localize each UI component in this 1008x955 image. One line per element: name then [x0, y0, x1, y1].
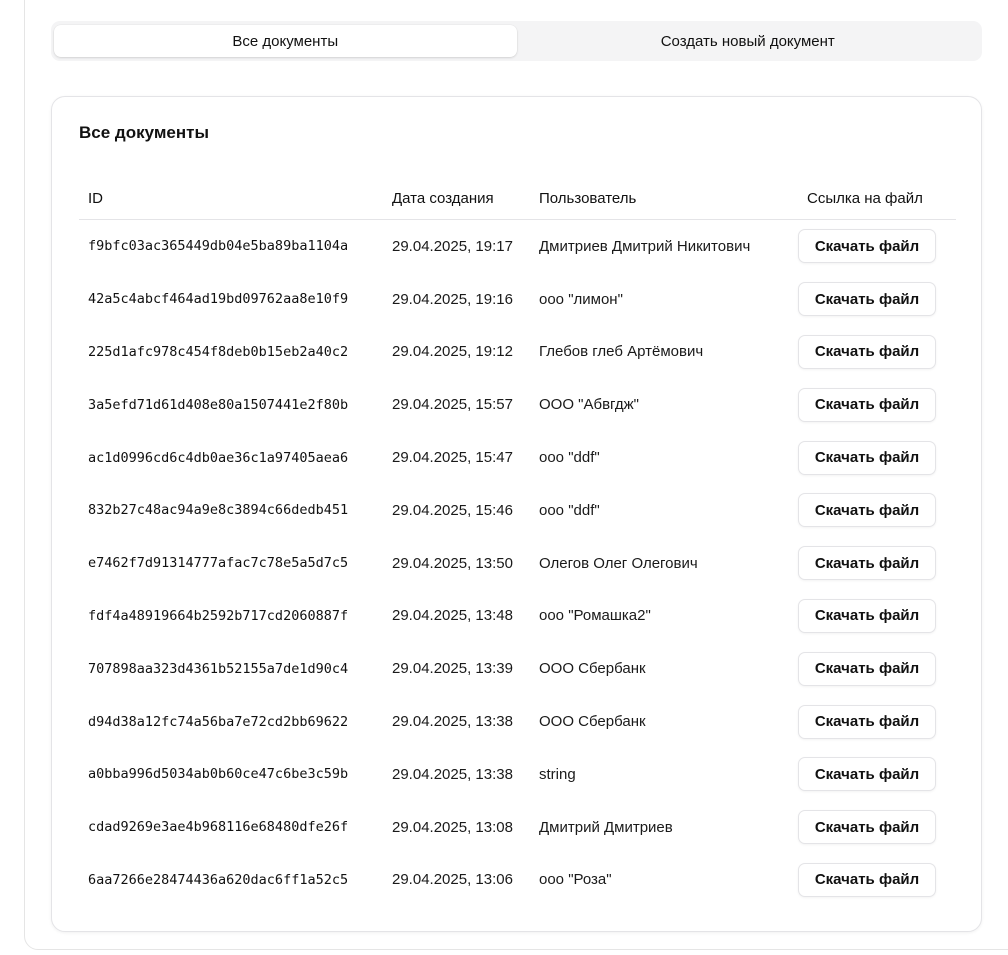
row-link-cell: Скачать файл — [798, 546, 956, 581]
table-header: ID Дата создания Пользователь Ссылка на … — [79, 177, 956, 220]
documents-card: Все документы ID Дата создания Пользоват… — [51, 96, 982, 932]
row-date: 29.04.2025, 13:48 — [392, 607, 513, 625]
header-link: Ссылка на файл — [807, 189, 923, 207]
download-file-button[interactable]: Скачать файл — [798, 862, 936, 897]
table-row: e7462f7d91314777afac7c78e5a5d7c5 29.04.20… — [79, 537, 956, 590]
table-body: f9bfc03ac365449db04e5ba89ba1104a 29.04.20… — [79, 220, 956, 906]
tab-all-documents[interactable]: Все документы — [54, 25, 517, 57]
download-file-button[interactable]: Скачать файл — [798, 546, 936, 581]
table-row: 6aa7266e28474436a620dac6ff1a52c5 29.04.20… — [79, 854, 956, 907]
download-file-button[interactable]: Скачать файл — [798, 493, 936, 528]
row-link-cell: Скачать файл — [798, 440, 956, 475]
row-date: 29.04.2025, 13:08 — [392, 818, 513, 836]
row-id: 707898aa323d4361b52155a7de1d90c4 — [88, 660, 349, 677]
row-id: 6aa7266e28474436a620dac6ff1a52c5 — [88, 871, 349, 888]
row-date: 29.04.2025, 13:38 — [392, 765, 513, 783]
download-file-button[interactable]: Скачать файл — [798, 757, 936, 792]
table-row: ac1d0996cd6c4db0ae36c1a97405aea6 29.04.20… — [79, 431, 956, 484]
row-id: f9bfc03ac365449db04e5ba89ba1104a — [88, 238, 349, 255]
table-row: fdf4a48919664b2592b717cd2060887f 29.04.20… — [79, 590, 956, 643]
row-user: ООО Сбербанк — [539, 713, 646, 731]
row-date: 29.04.2025, 19:16 — [392, 290, 513, 308]
row-date: 29.04.2025, 15:47 — [392, 449, 513, 467]
row-user: ооо "ddf" — [539, 449, 600, 467]
row-id: ac1d0996cd6c4db0ae36c1a97405aea6 — [88, 449, 349, 466]
row-id: a0bba996d5034ab0b60ce47c6be3c59b — [88, 766, 349, 783]
table-row: 225d1afc978c454f8deb0b15eb2a40c2 29.04.20… — [79, 326, 956, 379]
row-user: Дмитрий Дмитриев — [539, 818, 673, 836]
row-id: e7462f7d91314777afac7c78e5a5d7c5 — [88, 555, 349, 572]
tab-create-document[interactable]: Создать новый документ — [517, 25, 980, 57]
download-file-button[interactable]: Скачать файл — [798, 282, 936, 317]
row-id: 832b27c48ac94a9e8c3894c66dedb451 — [88, 502, 349, 519]
row-user: ооо "Роза" — [539, 871, 612, 889]
row-date: 29.04.2025, 19:12 — [392, 343, 513, 361]
row-link-cell: Скачать файл — [798, 757, 956, 792]
row-user: ООО "Абвгдж" — [539, 396, 639, 414]
row-id: 42a5c4abcf464ad19bd09762aa8e10f9 — [88, 291, 349, 308]
download-file-button[interactable]: Скачать файл — [798, 440, 936, 475]
row-date: 29.04.2025, 13:39 — [392, 660, 513, 678]
row-id: fdf4a48919664b2592b717cd2060887f — [88, 607, 349, 624]
row-date: 29.04.2025, 13:50 — [392, 554, 513, 572]
row-id: cdad9269e3ae4b968116e68480dfe26f — [88, 819, 349, 836]
row-link-cell: Скачать файл — [798, 282, 956, 317]
table-row: 3a5efd71d61d408e80a1507441e2f80b 29.04.20… — [79, 378, 956, 431]
row-user: Дмитриев Дмитрий Никитович — [539, 237, 751, 255]
row-link-cell: Скачать файл — [798, 810, 956, 845]
download-file-button[interactable]: Скачать файл — [798, 334, 936, 369]
table-row: a0bba996d5034ab0b60ce47c6be3c59b 29.04.20… — [79, 748, 956, 801]
row-date: 29.04.2025, 15:46 — [392, 501, 513, 519]
row-user: ооо "Ромашка2" — [539, 607, 651, 625]
row-user: ооо "лимон" — [539, 290, 623, 308]
row-link-cell: Скачать файл — [798, 334, 956, 369]
documents-table: ID Дата создания Пользователь Ссылка на … — [79, 177, 956, 906]
header-id: ID — [88, 189, 103, 207]
download-file-button[interactable]: Скачать файл — [798, 229, 936, 264]
row-user: Олегов Олег Олегович — [539, 554, 698, 572]
row-link-cell: Скачать файл — [798, 493, 956, 528]
card-title: Все документы — [79, 123, 209, 142]
download-file-button[interactable]: Скачать файл — [798, 651, 936, 686]
download-file-button[interactable]: Скачать файл — [798, 598, 936, 633]
table-row: d94d38a12fc74a56ba7e72cd2bb69622 29.04.20… — [79, 695, 956, 748]
row-user: ООО Сбербанк — [539, 660, 646, 678]
row-link-cell: Скачать файл — [798, 862, 956, 897]
download-file-button[interactable]: Скачать файл — [798, 704, 936, 739]
row-link-cell: Скачать файл — [798, 704, 956, 739]
download-file-button[interactable]: Скачать файл — [798, 810, 936, 845]
table-row: 707898aa323d4361b52155a7de1d90c4 29.04.20… — [79, 642, 956, 695]
row-link-cell: Скачать файл — [798, 229, 956, 264]
table-row: cdad9269e3ae4b968116e68480dfe26f 29.04.20… — [79, 801, 956, 854]
row-date: 29.04.2025, 13:06 — [392, 871, 513, 889]
row-user: string — [539, 765, 576, 783]
row-link-cell: Скачать файл — [798, 651, 956, 686]
tabs-bar: Все документы Создать новый документ — [51, 21, 982, 61]
table-row: 42a5c4abcf464ad19bd09762aa8e10f9 29.04.20… — [79, 273, 956, 326]
row-user: ооо "ddf" — [539, 501, 600, 519]
row-id: 3a5efd71d61d408e80a1507441e2f80b — [88, 396, 349, 413]
row-link-cell: Скачать файл — [798, 387, 956, 422]
table-row: f9bfc03ac365449db04e5ba89ba1104a 29.04.20… — [79, 220, 956, 273]
row-date: 29.04.2025, 13:38 — [392, 713, 513, 731]
header-date: Дата создания — [392, 189, 494, 207]
header-user: Пользователь — [539, 189, 637, 207]
row-id: d94d38a12fc74a56ba7e72cd2bb69622 — [88, 713, 349, 730]
table-row: 832b27c48ac94a9e8c3894c66dedb451 29.04.20… — [79, 484, 956, 537]
row-date: 29.04.2025, 15:57 — [392, 396, 513, 414]
row-user: Глебов глеб Артёмович — [539, 343, 704, 361]
download-file-button[interactable]: Скачать файл — [798, 387, 936, 422]
row-date: 29.04.2025, 19:17 — [392, 237, 513, 255]
row-id: 225d1afc978c454f8deb0b15eb2a40c2 — [88, 343, 349, 360]
row-link-cell: Скачать файл — [798, 598, 956, 633]
